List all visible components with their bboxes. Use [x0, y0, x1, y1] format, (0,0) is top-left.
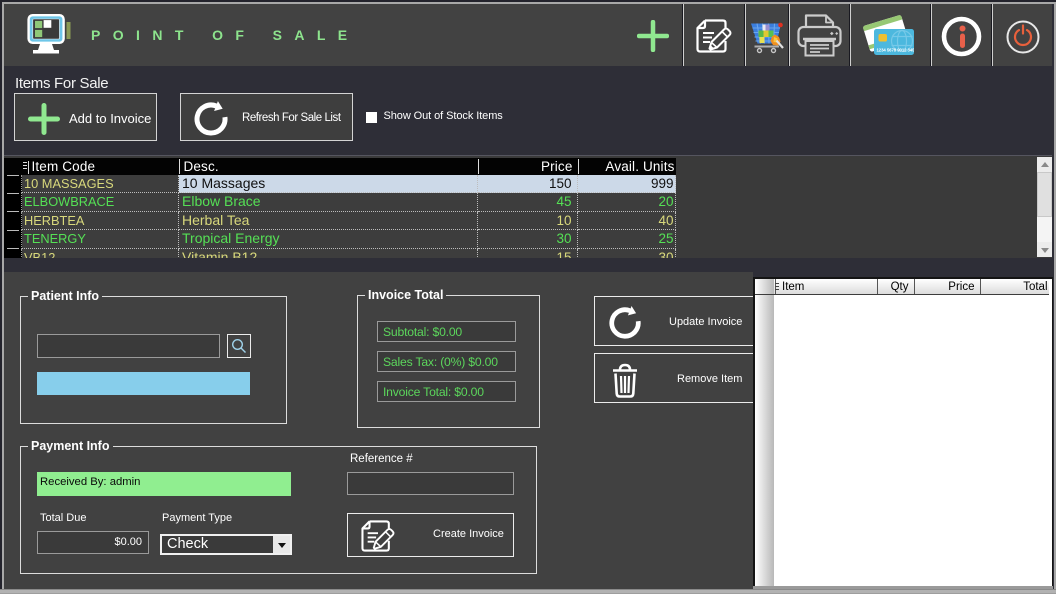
svg-text:1234 5678 9012 3456: 1234 5678 9012 3456	[877, 48, 918, 53]
